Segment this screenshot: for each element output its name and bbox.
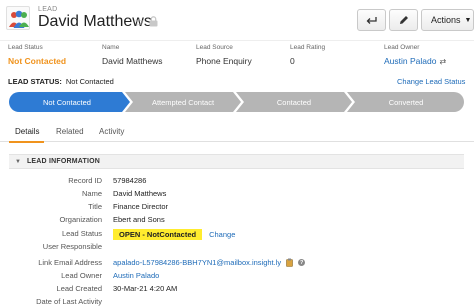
owner-link[interactable]: Austin Palado: [113, 271, 159, 280]
field-label: Name: [81, 189, 102, 198]
field-value: Finance Director: [113, 202, 169, 211]
summary-label: Lead Owner: [384, 44, 420, 51]
field-value: 57984286: [113, 176, 147, 185]
edit-button[interactable]: [389, 9, 418, 31]
object-type-label: LEAD: [38, 6, 58, 13]
field-value: apalado-L57984286-BBH7YN1@mailbox.insigh…: [113, 258, 306, 267]
summary-lead-owner: Lead Owner Austin Palado ⇄: [384, 44, 446, 66]
field-user-responsible: User Responsible: [0, 242, 474, 254]
field-value: OPEN - NotContacted Change: [113, 229, 235, 240]
help-icon[interactable]: ?: [298, 259, 306, 266]
field-label: Title: [88, 202, 102, 211]
summary-value: 0: [290, 56, 295, 66]
change-owner-icon[interactable]: ⇄: [439, 57, 446, 66]
back-arrow-icon: [366, 17, 377, 24]
record-header: LEAD David Matthews ☆ Actions ▼: [0, 0, 474, 38]
field-lead-owner: Lead Owner Austin Palado: [0, 271, 474, 283]
active-tab-indicator: [9, 141, 44, 143]
summary-lead-source: Lead Source Phone Enquiry: [196, 44, 252, 66]
summary-label: Lead Source: [196, 44, 233, 51]
pencil-icon: [399, 16, 408, 24]
field-value: Ebert and Sons: [113, 215, 165, 224]
lead-avatar-icon: [6, 6, 30, 30]
summary-value: Not Contacted: [8, 56, 67, 66]
change-lead-status-link[interactable]: Change Lead Status: [397, 77, 465, 86]
actions-button[interactable]: Actions ▼: [421, 9, 474, 31]
field-date-last-activity: Date of Last Activity: [0, 297, 474, 306]
summary-lead-status: Lead Status Not Contacted: [8, 44, 66, 66]
collapse-chevron-icon[interactable]: ▼: [15, 159, 21, 165]
summary-label: Name: [102, 44, 120, 51]
lead-status-heading: LEAD STATUS:: [8, 77, 62, 86]
field-value: 30-Mar-21 4:20 AM: [113, 284, 178, 293]
field-value: David Matthews: [113, 189, 167, 198]
lock-icon: [149, 16, 158, 27]
field-title: Title Finance Director: [0, 202, 474, 214]
pipeline-stage-label: Converted: [389, 98, 424, 107]
record-tabs: Details Related Activity: [0, 122, 474, 143]
field-label: Link Email Address: [38, 258, 102, 267]
field-label: Lead Created: [56, 284, 102, 293]
pipeline-stage-label: Contacted: [277, 98, 311, 107]
field-link-email: Link Email Address apalado-L57984286-BBH…: [0, 258, 474, 270]
lead-status-line: LEAD STATUS: Not Contacted Change Lead S…: [8, 77, 474, 87]
summary-owner-value[interactable]: Austin Palado ⇄: [384, 56, 446, 66]
tab-related[interactable]: Related: [56, 127, 84, 136]
tab-activity[interactable]: Activity: [99, 127, 124, 136]
section-lead-information[interactable]: ▼ LEAD INFORMATION: [9, 154, 464, 169]
clipboard-icon[interactable]: [286, 258, 294, 267]
field-name: Name David Matthews: [0, 189, 474, 201]
field-label: User Responsible: [42, 242, 102, 251]
owner-link[interactable]: Austin Palado: [384, 56, 436, 66]
field-record-id: Record ID 57984286: [0, 176, 474, 188]
summary-label: Lead Rating: [290, 44, 326, 51]
field-label: Lead Status: [61, 229, 102, 238]
pipeline-stage-contacted[interactable]: Contacted: [236, 92, 352, 112]
field-organization: Organization Ebert and Sons: [0, 215, 474, 227]
change-status-link[interactable]: Change: [209, 230, 235, 239]
field-label: Lead Owner: [61, 271, 102, 280]
summary-value: David Matthews: [102, 56, 163, 66]
field-label: Organization: [59, 215, 102, 224]
pipeline-stage-converted[interactable]: Converted: [347, 92, 464, 112]
summary-name: Name David Matthews: [102, 44, 162, 66]
summary-value: Phone Enquiry: [196, 56, 252, 66]
summary-strip: Lead Status Not Contacted Name David Mat…: [0, 40, 474, 68]
pipeline-stage-attempted-contact[interactable]: Attempted Contact: [125, 92, 241, 112]
field-label: Record ID: [68, 176, 102, 185]
summary-lead-rating: Lead Rating 0: [290, 44, 325, 66]
field-lead-created: Lead Created 30-Mar-21 4:20 AM: [0, 284, 474, 296]
caret-down-icon: ▼: [464, 16, 472, 24]
summary-label: Lead Status: [8, 44, 43, 51]
section-title: LEAD INFORMATION: [26, 158, 101, 165]
pipeline-stage-label: Attempted Contact: [152, 98, 215, 107]
back-button[interactable]: [357, 9, 386, 31]
tab-details[interactable]: Details: [15, 127, 39, 136]
email-link[interactable]: apalado-L57984286-BBH7YN1@mailbox.insigh…: [113, 258, 281, 267]
pipeline-stage-not-contacted[interactable]: Not Contacted: [9, 92, 130, 112]
lead-status-current: Not Contacted: [65, 77, 114, 86]
field-lead-status: Lead Status OPEN - NotContacted Change: [0, 229, 474, 241]
lead-status-badge: OPEN - NotContacted: [113, 229, 203, 240]
pipeline-stage-label: Not Contacted: [43, 98, 91, 107]
status-pipeline: Not Contacted Attempted Contact Contacte…: [9, 92, 464, 112]
field-label: Date of Last Activity: [36, 297, 102, 306]
star-icon[interactable]: ☆: [134, 15, 145, 29]
actions-label: Actions: [431, 15, 461, 25]
